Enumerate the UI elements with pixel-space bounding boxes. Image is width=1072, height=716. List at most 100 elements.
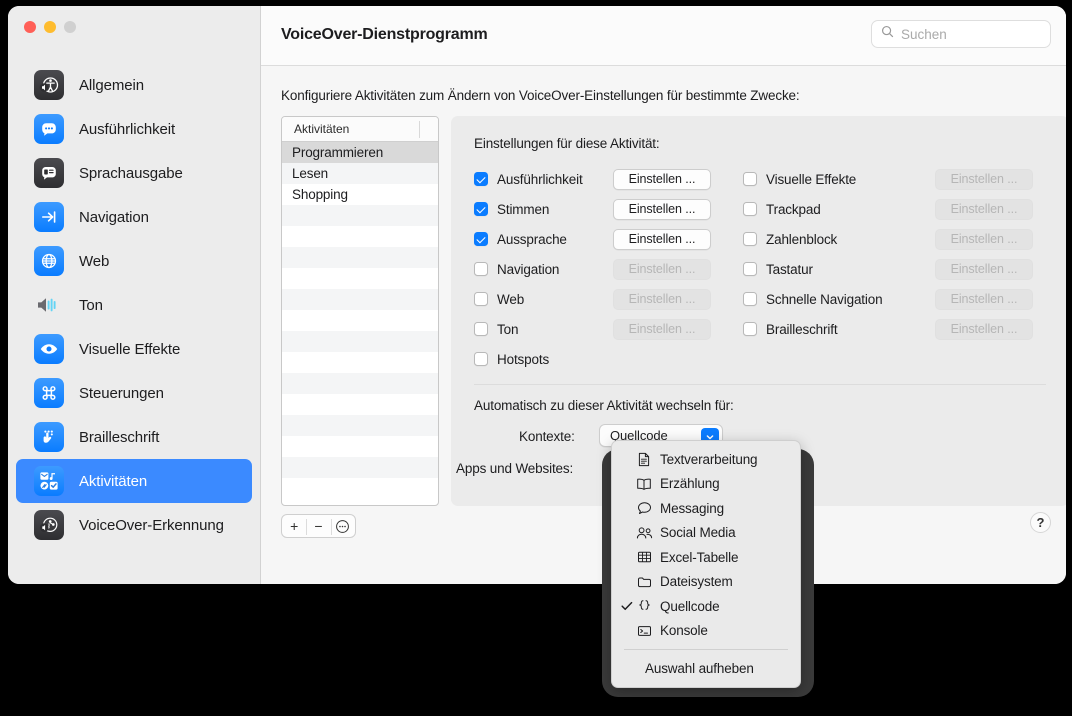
configure-button-web: Einstellen ... bbox=[613, 288, 711, 310]
checkbox-aussprache[interactable] bbox=[474, 232, 488, 246]
checkbox-schnelle-navigation[interactable] bbox=[743, 292, 757, 306]
sidebar-item-label: Ausführlichkeit bbox=[79, 120, 176, 138]
menu-item-label: Excel-Tabelle bbox=[660, 549, 739, 565]
configure-button-aussprache[interactable]: Einstellen ... bbox=[613, 228, 711, 250]
sidebar-item-voiceover-erkennung[interactable]: VoiceOver-Erkennung bbox=[16, 503, 252, 547]
speech-panel-icon bbox=[34, 158, 64, 188]
checkbox-visuelle-effekte[interactable] bbox=[743, 172, 757, 186]
table-row-empty[interactable] bbox=[282, 373, 438, 394]
menu-item-konsole[interactable]: Konsole bbox=[612, 619, 800, 644]
checkbox-navigation[interactable] bbox=[474, 262, 488, 276]
more-options-button[interactable] bbox=[330, 515, 355, 537]
setting-label: Visuelle Effekte bbox=[766, 171, 857, 187]
sidebar-item-steuerungen[interactable]: Steuerungen bbox=[16, 371, 252, 415]
recognition-icon bbox=[34, 510, 64, 540]
checkbox-ausfuehrlichkeit[interactable] bbox=[474, 172, 488, 186]
minimize-button-icon[interactable] bbox=[44, 21, 56, 33]
sidebar-item-aktivitaeten[interactable]: Aktivitäten bbox=[16, 459, 252, 503]
table-row-empty[interactable] bbox=[282, 457, 438, 478]
configure-button-stimmen[interactable]: Einstellen ... bbox=[613, 198, 711, 220]
table-row-empty[interactable] bbox=[282, 352, 438, 373]
checkbox-ton[interactable] bbox=[474, 322, 488, 336]
table-row[interactable]: Shopping bbox=[282, 184, 438, 205]
configure-button-brailleschrift: Einstellen ... bbox=[935, 318, 1033, 340]
menu-item-dateisystem[interactable]: Dateisystem bbox=[612, 570, 800, 595]
menu-item-label: Dateisystem bbox=[660, 574, 733, 590]
setting-row-hotspots: Hotspots bbox=[474, 344, 583, 374]
table-row-empty[interactable] bbox=[282, 331, 438, 352]
column-separator bbox=[419, 121, 420, 138]
checkbox-stimmen[interactable] bbox=[474, 202, 488, 216]
table-row-empty[interactable] bbox=[282, 478, 438, 499]
setting-row-stimmen: Stimmen Einstellen ... bbox=[474, 194, 711, 224]
menu-item-quellcode[interactable]: Quellcode bbox=[612, 594, 800, 619]
table-row-empty[interactable] bbox=[282, 436, 438, 457]
sidebar-item-brailleschrift[interactable]: Brailleschrift bbox=[16, 415, 252, 459]
activity-name: Programmieren bbox=[292, 145, 384, 160]
help-button[interactable]: ? bbox=[1030, 512, 1051, 533]
sidebar-item-ausfuehrlichkeit[interactable]: Ausführlichkeit bbox=[16, 107, 252, 151]
table-row-empty[interactable] bbox=[282, 394, 438, 415]
checkbox-brailleschrift[interactable] bbox=[743, 322, 757, 336]
menu-item-label: Social Media bbox=[660, 525, 736, 541]
auto-switch-title: Automatisch zu dieser Aktivität wechseln… bbox=[474, 398, 734, 413]
menu-item-label: Textverarbeitung bbox=[660, 451, 758, 467]
search-icon bbox=[881, 25, 894, 43]
setting-row-ausfuehrlichkeit: Ausführlichkeit Einstellen ... bbox=[474, 164, 711, 194]
configure-button-tastatur: Einstellen ... bbox=[935, 258, 1033, 280]
add-activity-button[interactable]: + bbox=[282, 515, 306, 537]
setting-label: Hotspots bbox=[497, 351, 550, 367]
activities-table[interactable]: Aktivitäten Programmieren Lesen Shopping bbox=[281, 116, 439, 506]
sidebar-item-visuelle-effekte[interactable]: Visuelle Effekte bbox=[16, 327, 252, 371]
table-row-empty[interactable] bbox=[282, 247, 438, 268]
document-icon bbox=[633, 452, 655, 467]
braces-icon bbox=[633, 599, 655, 613]
settings-column-right: Visuelle Effekte Einstellen ... Trackpad… bbox=[743, 164, 1033, 344]
menu-check-mark bbox=[620, 600, 633, 613]
setting-row-tastatur: Tastatur Einstellen ... bbox=[743, 254, 1033, 284]
bubble-icon bbox=[633, 501, 655, 515]
menu-item-textverarbeitung[interactable]: Textverarbeitung bbox=[612, 447, 800, 472]
setting-label: Aussprache bbox=[497, 231, 567, 247]
checkbox-hotspots[interactable] bbox=[474, 352, 488, 366]
setting-label: Tastatur bbox=[766, 261, 813, 277]
checkbox-trackpad[interactable] bbox=[743, 202, 757, 216]
table-row-empty[interactable] bbox=[282, 226, 438, 247]
sidebar-item-label: Steuerungen bbox=[79, 384, 164, 402]
setting-label: Ton bbox=[497, 321, 519, 337]
setting-label: Zahlenblock bbox=[766, 231, 838, 247]
close-button-icon[interactable] bbox=[24, 21, 36, 33]
configure-button-ausfuehrlichkeit[interactable]: Einstellen ... bbox=[613, 168, 711, 190]
table-row-empty[interactable] bbox=[282, 205, 438, 226]
terminal-icon bbox=[633, 624, 655, 638]
menu-item-erzaehlung[interactable]: Erzählung bbox=[612, 472, 800, 497]
sidebar-item-navigation[interactable]: Navigation bbox=[16, 195, 252, 239]
activities-grid-icon bbox=[34, 466, 64, 496]
zoom-button-icon[interactable] bbox=[64, 21, 76, 33]
checkbox-web[interactable] bbox=[474, 292, 488, 306]
table-row-empty[interactable] bbox=[282, 268, 438, 289]
sidebar-item-allgemein[interactable]: Allgemein bbox=[16, 63, 252, 107]
menu-item-messaging[interactable]: Messaging bbox=[612, 496, 800, 521]
titlebar: VoiceOver-Dienstprogramm Suchen bbox=[261, 6, 1066, 66]
globe-icon bbox=[34, 246, 64, 276]
table-row-empty[interactable] bbox=[282, 289, 438, 310]
table-row[interactable]: Lesen bbox=[282, 163, 438, 184]
menu-item-label: Auswahl aufheben bbox=[645, 660, 754, 676]
sidebar-item-sprachausgabe[interactable]: Sprachausgabe bbox=[16, 151, 252, 195]
sidebar-item-web[interactable]: Web bbox=[16, 239, 252, 283]
remove-activity-button[interactable]: − bbox=[306, 515, 330, 537]
sidebar-item-label: Sprachausgabe bbox=[79, 164, 183, 182]
menu-item-auswahl-aufheben[interactable]: Auswahl aufheben bbox=[612, 656, 800, 681]
menu-item-excel-tabelle[interactable]: Excel-Tabelle bbox=[612, 545, 800, 570]
table-row-empty[interactable] bbox=[282, 415, 438, 436]
voiceover-utility-window: Allgemein Ausführlichkeit Sprachausgabe … bbox=[8, 6, 1066, 584]
table-row[interactable]: Programmieren bbox=[282, 142, 438, 163]
checkbox-tastatur[interactable] bbox=[743, 262, 757, 276]
search-input[interactable]: Suchen bbox=[871, 20, 1051, 48]
sidebar-item-ton[interactable]: Ton bbox=[16, 283, 252, 327]
checkbox-zahlenblock[interactable] bbox=[743, 232, 757, 246]
setting-row-trackpad: Trackpad Einstellen ... bbox=[743, 194, 1033, 224]
menu-item-social-media[interactable]: Social Media bbox=[612, 521, 800, 546]
table-row-empty[interactable] bbox=[282, 310, 438, 331]
